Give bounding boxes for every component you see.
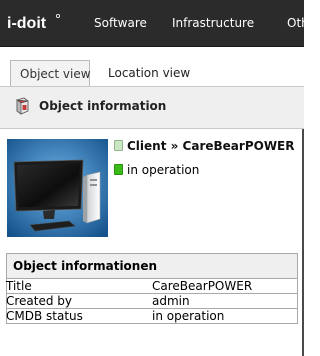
- object-information-header: Object information: [0, 86, 304, 129]
- object-type-color-icon: [114, 140, 123, 151]
- row-key: Created by: [6, 294, 73, 308]
- top-navigation-bar: i-doit Software Infrastructure Other: [0, 0, 320, 47]
- table-row: Created by admin: [6, 294, 297, 309]
- nav-software[interactable]: Software: [94, 16, 147, 30]
- row-value: CareBearPOWER: [152, 279, 253, 293]
- object-status-row: in operation: [114, 163, 199, 179]
- table-row: CMDB status in operation: [6, 309, 297, 324]
- row-key: Title: [6, 279, 32, 293]
- object-info-table: Object informationen Title CareBearPOWER…: [6, 253, 298, 324]
- view-tabs: Object view Location view: [0, 47, 304, 87]
- object-content: Client » CareBearPOWER in operation Obje…: [0, 129, 304, 356]
- object-type-image: [7, 139, 108, 237]
- tab-object-view[interactable]: Object view: [10, 60, 91, 87]
- row-key: CMDB status: [6, 309, 83, 323]
- table-row: Title CareBearPOWER: [6, 279, 297, 294]
- nav-other[interactable]: Other: [287, 16, 320, 30]
- object-info-heading: Object informationen: [7, 254, 297, 279]
- nav-infrastructure[interactable]: Infrastructure: [172, 16, 254, 30]
- object-status: in operation: [127, 163, 200, 177]
- object-title: Client » CareBearPOWER: [127, 139, 295, 153]
- object-cube-icon: [14, 97, 30, 115]
- svg-text:i-doit: i-doit: [7, 15, 47, 32]
- i-doit-logo[interactable]: i-doit: [7, 11, 67, 35]
- object-title-row: Client » CareBearPOWER: [114, 139, 295, 155]
- row-value: in operation: [152, 309, 225, 323]
- row-value: admin: [152, 294, 190, 308]
- object-information-title: Object information: [39, 99, 167, 113]
- tab-location-view[interactable]: Location view: [99, 60, 199, 87]
- status-indicator-icon: [114, 164, 123, 175]
